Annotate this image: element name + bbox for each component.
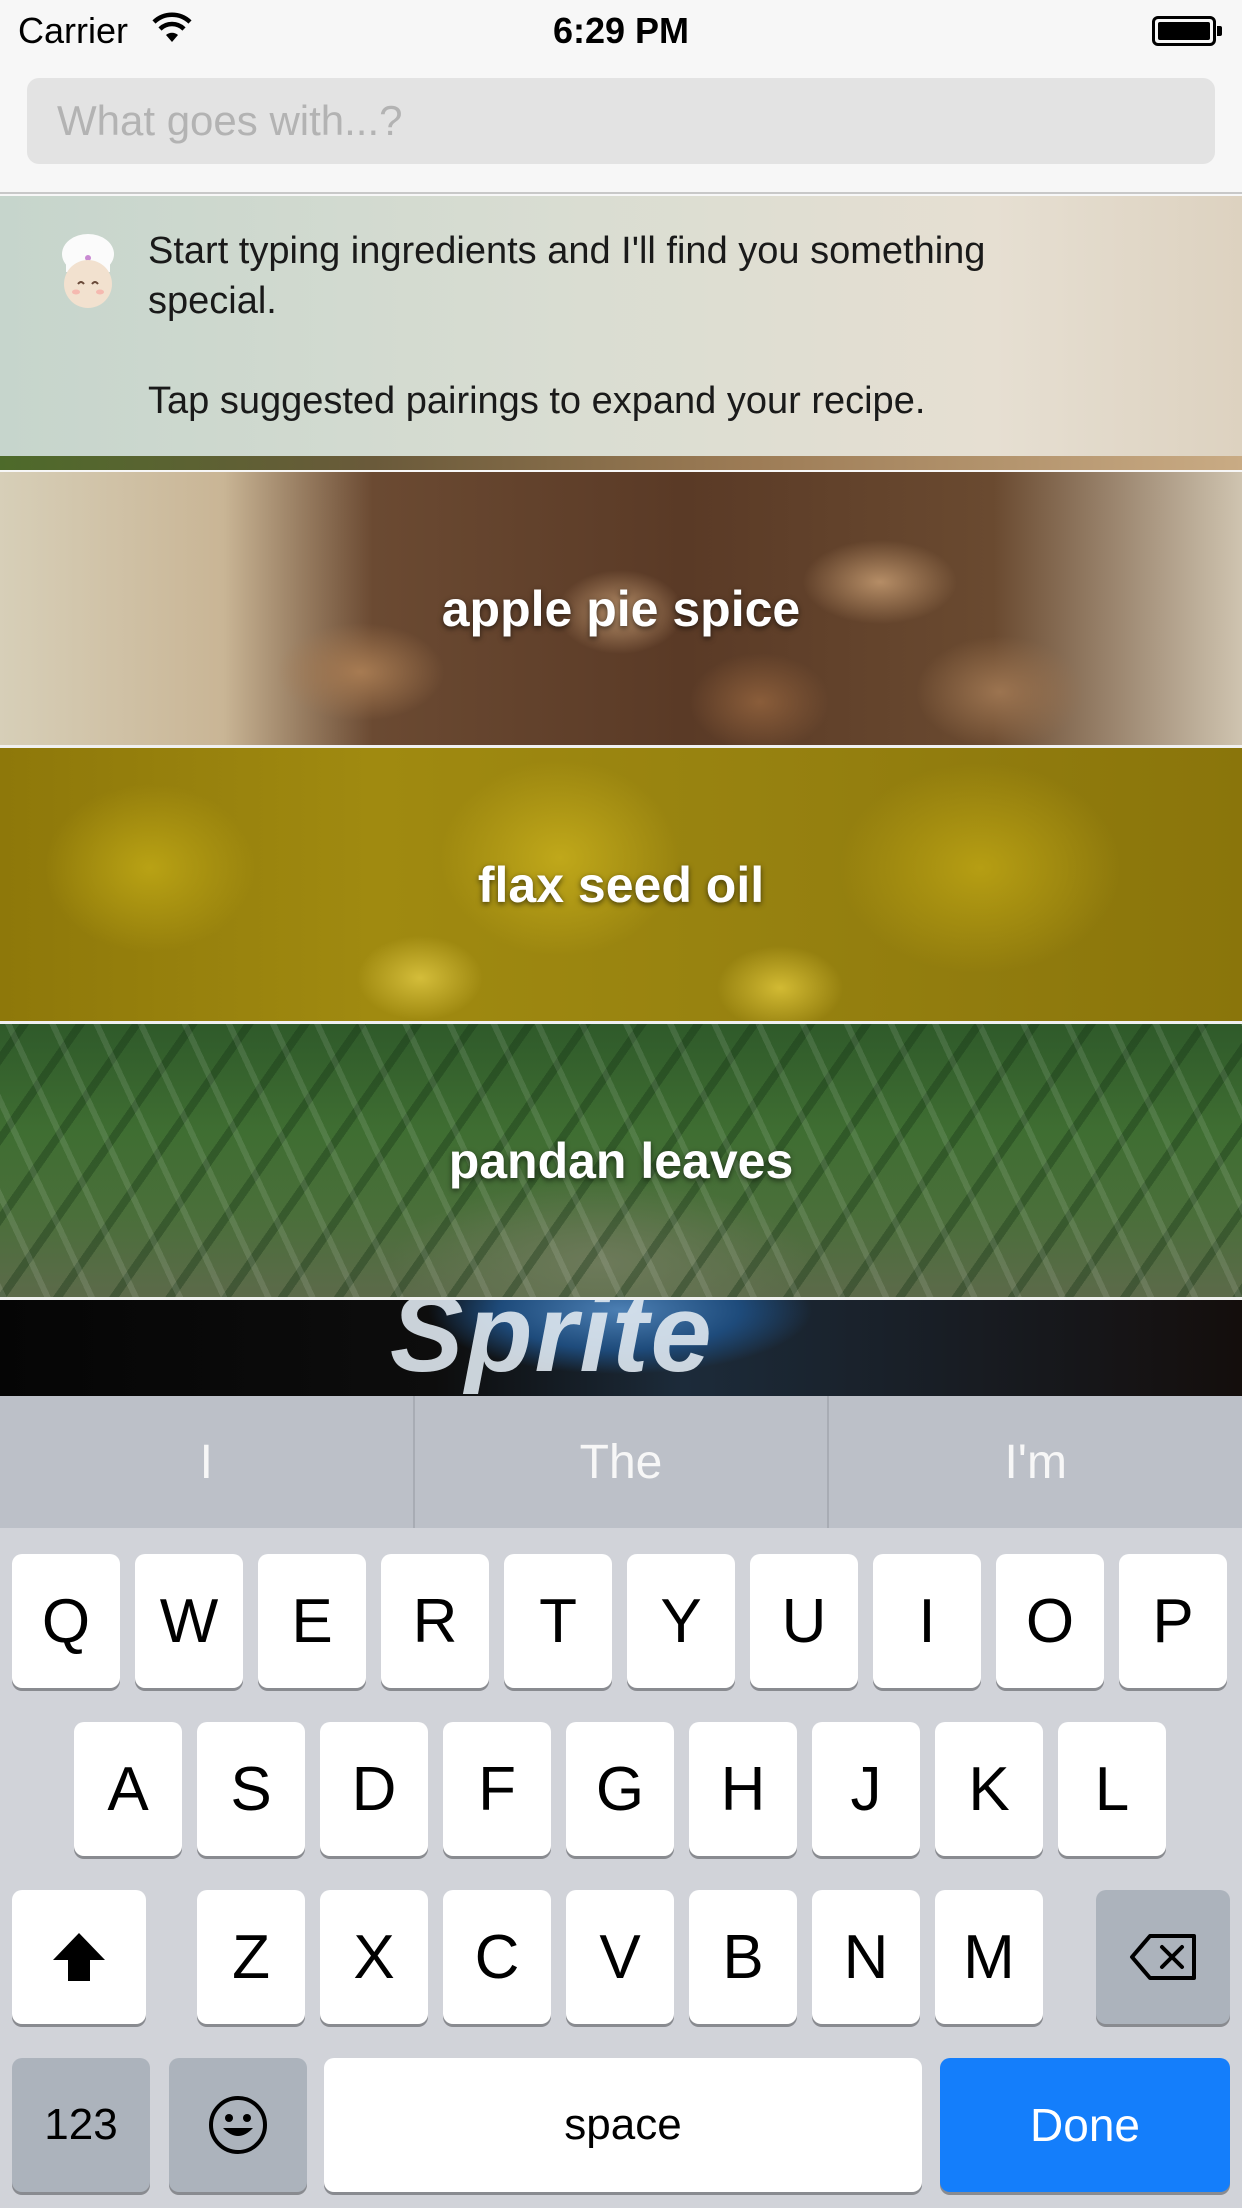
key-r[interactable]: R xyxy=(381,1554,489,1688)
emoji-key[interactable] xyxy=(169,2058,307,2192)
status-bar: Carrier 6:29 PM xyxy=(0,0,1242,62)
chef-avatar-icon xyxy=(62,234,114,308)
backspace-key[interactable] xyxy=(1096,1890,1230,2024)
key-f[interactable]: F xyxy=(443,1722,551,1856)
key-u[interactable]: U xyxy=(750,1554,858,1688)
key-m[interactable]: M xyxy=(935,1890,1043,2024)
key-p[interactable]: P xyxy=(1119,1554,1227,1688)
search-input[interactable] xyxy=(27,78,1215,164)
key-b[interactable]: B xyxy=(689,1890,797,2024)
tip-line-1: Start typing ingredients and I'll find y… xyxy=(148,230,986,322)
key-y[interactable]: Y xyxy=(627,1554,735,1688)
key-x[interactable]: X xyxy=(320,1890,428,2024)
tip-line-2: Tap suggested pairings to expand your re… xyxy=(148,380,926,422)
shift-key[interactable] xyxy=(12,1890,146,2024)
predictive-bar: I The I'm xyxy=(0,1396,1242,1528)
tip-image-strip xyxy=(0,456,1242,470)
key-v[interactable]: V xyxy=(566,1890,674,2024)
key-a[interactable]: A xyxy=(74,1722,182,1856)
key-z[interactable]: Z xyxy=(197,1890,305,2024)
key-d[interactable]: D xyxy=(320,1722,428,1856)
sprite-logo-text: Sprite xyxy=(390,1300,714,1395)
pairing-label: flax seed oil xyxy=(477,856,765,913)
prediction-2[interactable]: The xyxy=(415,1396,828,1528)
key-j[interactable]: J xyxy=(812,1722,920,1856)
key-h[interactable]: H xyxy=(689,1722,797,1856)
pairing-label: apple pie spice xyxy=(441,580,801,637)
prediction-3[interactable]: I'm xyxy=(829,1396,1242,1528)
tip-banner: Start typing ingredients and I'll find y… xyxy=(0,196,1242,456)
key-q[interactable]: Q xyxy=(12,1554,120,1688)
keyboard: I The I'm Q W E R T Y U I O P A S D F G … xyxy=(0,1396,1242,2208)
key-i[interactable]: I xyxy=(873,1554,981,1688)
key-c[interactable]: C xyxy=(443,1890,551,2024)
tip-text: Start typing ingredients and I'll find y… xyxy=(148,226,1108,426)
shift-icon xyxy=(53,1933,105,1981)
clock: 6:29 PM xyxy=(552,10,690,51)
key-s[interactable]: S xyxy=(197,1722,305,1856)
key-l[interactable]: L xyxy=(1058,1722,1166,1856)
key-k[interactable]: K xyxy=(935,1722,1043,1856)
prediction-1[interactable]: I xyxy=(0,1396,413,1528)
battery-icon xyxy=(1152,16,1222,46)
pairing-row-sprite[interactable]: Sprite xyxy=(0,1300,1242,1396)
emoji-icon xyxy=(209,2096,267,2154)
backspace-icon xyxy=(1130,1934,1196,1980)
pairing-row-apple-pie-spice[interactable]: apple pie spice xyxy=(0,472,1242,745)
pairing-row-pandan-leaves[interactable]: pandan leaves xyxy=(0,1024,1242,1297)
pairing-label: pandan leaves xyxy=(448,1132,794,1189)
done-key[interactable]: Done xyxy=(940,2058,1230,2192)
key-n[interactable]: N xyxy=(812,1890,920,2024)
key-o[interactable]: O xyxy=(996,1554,1104,1688)
key-t[interactable]: T xyxy=(504,1554,612,1688)
numbers-key[interactable]: 123 xyxy=(12,2058,150,2192)
key-w[interactable]: W xyxy=(135,1554,243,1688)
key-g[interactable]: G xyxy=(566,1722,674,1856)
pairing-row-flax-seed-oil[interactable]: flax seed oil xyxy=(0,748,1242,1021)
search-bar xyxy=(0,62,1242,194)
space-key[interactable]: space xyxy=(324,2058,922,2192)
key-e[interactable]: E xyxy=(258,1554,366,1688)
